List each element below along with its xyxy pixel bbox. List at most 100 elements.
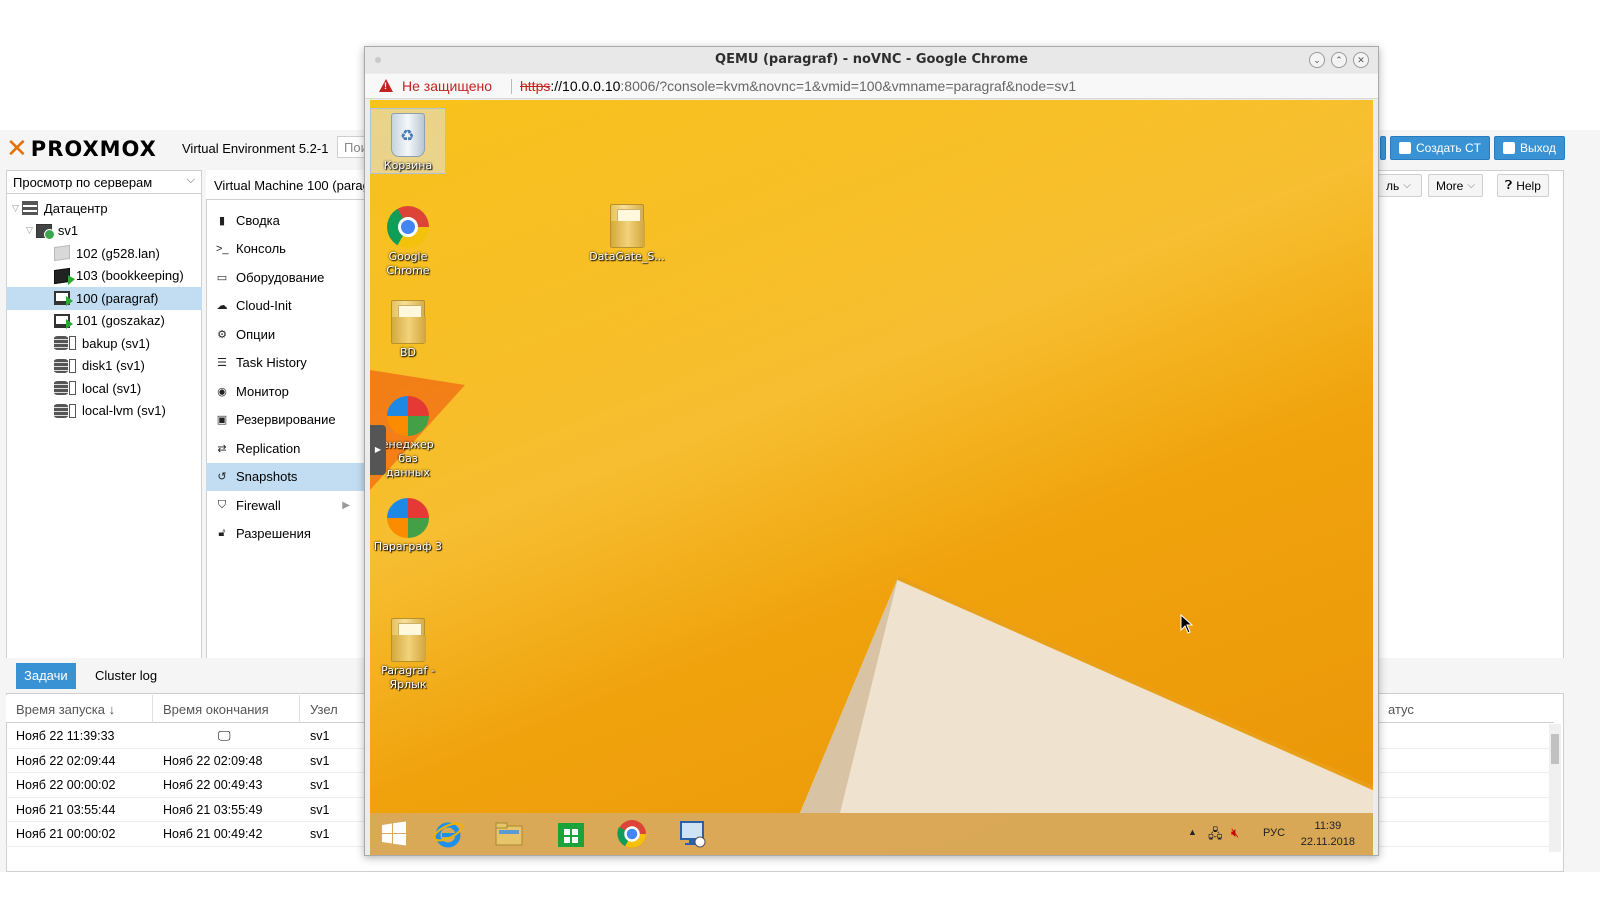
tree-item-vm-101[interactable]: 101 (goszakaz) bbox=[6, 310, 202, 333]
tree-item-storage-local-lvm[interactable]: local-lvm (sv1) bbox=[6, 400, 202, 423]
terminal-icon: >_ bbox=[216, 242, 229, 255]
more-button[interactable]: More ⌵ bbox=[1428, 174, 1483, 197]
list-icon: ☰ bbox=[217, 357, 227, 370]
node-icon bbox=[35, 223, 55, 240]
wallpaper-shapes bbox=[370, 370, 1373, 813]
recycle-bin-icon bbox=[391, 113, 425, 157]
start-icon[interactable] bbox=[378, 818, 410, 850]
tab-tasks[interactable]: Задачи bbox=[16, 663, 76, 689]
help-icon: ❓︎ bbox=[1505, 178, 1513, 192]
url-text: https://10.0.0.10:8006/?console=kvm&novn… bbox=[520, 78, 1077, 94]
paragraf-app-icon bbox=[387, 396, 429, 436]
menu-item-summary[interactable]: ▮ Сводка bbox=[206, 206, 364, 235]
tree-item-ct-103[interactable]: 103 (bookkeeping) bbox=[6, 265, 202, 288]
network-icon[interactable]: 🖧 bbox=[1208, 825, 1223, 847]
language-indicator[interactable]: РУС bbox=[1263, 827, 1285, 839]
cube-icon bbox=[1399, 142, 1411, 154]
desktop-icon-paragraf-shortcut[interactable]: Paragraf - Ярлык bbox=[370, 618, 446, 692]
logout-button[interactable]: Выход bbox=[1494, 136, 1565, 160]
retweet-icon: ⇄ bbox=[217, 442, 227, 455]
datacenter-icon bbox=[21, 201, 38, 216]
help-button[interactable]: ❓︎ Help bbox=[1497, 174, 1549, 197]
window-title: QEMU (paragraf) - noVNC - Google Chrome bbox=[365, 47, 1378, 73]
tree-item-storage-bakup[interactable]: bakup (sv1) bbox=[6, 332, 202, 355]
maximize-icon[interactable]: ⌃ bbox=[1331, 52, 1347, 68]
tree-item-datacenter[interactable]: ▽ Датацентр bbox=[6, 197, 202, 220]
window-menu-dot[interactable] bbox=[375, 57, 381, 63]
vm-running-icon bbox=[54, 291, 73, 307]
menu-item-cloud-init[interactable]: ☁ Cloud-Init bbox=[206, 292, 364, 321]
tree-item-node[interactable]: ▽ sv1 bbox=[6, 220, 202, 243]
taskbar-clock[interactable]: 11:39 22.11.2018 bbox=[1301, 818, 1355, 850]
chrome-icon bbox=[387, 206, 429, 248]
close-icon[interactable]: ✕ bbox=[1353, 52, 1369, 68]
tree-item-storage-disk1[interactable]: disk1 (sv1) bbox=[6, 355, 202, 378]
tab-cluster-log[interactable]: Cluster log bbox=[87, 663, 165, 689]
proxmox-logo: ✕ PROXMOX bbox=[6, 134, 157, 164]
menu-item-monitor[interactable]: ◉ Монитор bbox=[206, 377, 364, 406]
eye-icon: ◉ bbox=[217, 385, 227, 398]
storage-icon bbox=[54, 358, 76, 373]
column-node[interactable]: Узел bbox=[300, 695, 370, 723]
resource-tree: ▽ Датацентр ▽ sv1 102 (g528.lan) 103 (bo… bbox=[6, 197, 202, 422]
folder-icon bbox=[391, 300, 426, 344]
not-secure-label: Не защищено bbox=[402, 78, 492, 94]
partial-menu-button[interactable]: ль ⌵ bbox=[1378, 174, 1422, 197]
chevron-down-icon: ⌵ bbox=[1403, 180, 1411, 191]
store-icon[interactable] bbox=[555, 818, 587, 850]
create-vm-button-edge[interactable] bbox=[1380, 136, 1386, 160]
desktop-icon-paragraf3[interactable]: Параграф 3 bbox=[370, 498, 446, 554]
menu-item-replication[interactable]: ⇄ Replication bbox=[206, 434, 364, 463]
column-status[interactable]: атус bbox=[1378, 695, 1554, 723]
menu-item-firewall[interactable]: ⛉ Firewall ▶ bbox=[206, 491, 364, 520]
menu-item-hardware[interactable]: ▭ Оборудование bbox=[206, 263, 364, 292]
paragraf-app-icon bbox=[387, 498, 429, 538]
monitor-icon: 🖵 bbox=[218, 728, 231, 743]
folder-icon bbox=[391, 618, 426, 662]
volume-muted-icon[interactable]: 🔇︎ bbox=[1231, 825, 1239, 841]
column-end-time[interactable]: Время окончания bbox=[153, 695, 300, 723]
menu-item-backup[interactable]: ▣ Резервирование bbox=[206, 406, 364, 435]
gear-icon: ⚙ bbox=[217, 328, 227, 341]
storage-icon bbox=[54, 381, 76, 396]
tree-item-ct-102[interactable]: 102 (g528.lan) bbox=[6, 242, 202, 265]
menu-item-permissions[interactable]: 🔓︎ Разрешения bbox=[206, 520, 364, 549]
menu-item-snapshots[interactable]: ↺ Snapshots bbox=[206, 462, 364, 491]
minimize-icon[interactable]: ⌄ bbox=[1309, 52, 1325, 68]
floppy-icon: ▣ bbox=[216, 414, 228, 427]
tray-expand-icon[interactable]: ▲ bbox=[1188, 827, 1197, 837]
desktop-icon-datagate[interactable]: DataGate_S... bbox=[587, 204, 667, 264]
internet-explorer-icon[interactable] bbox=[432, 818, 464, 850]
view-selector[interactable]: Просмотр по серверам ⌵ bbox=[6, 170, 202, 194]
menu-item-task-history[interactable]: ☰ Task History bbox=[206, 349, 364, 378]
mouse-cursor bbox=[1180, 614, 1194, 634]
content-panel bbox=[1378, 170, 1564, 663]
scrollbar-thumb[interactable] bbox=[1551, 734, 1559, 764]
vm-title: Virtual Machine 100 (parag bbox=[206, 170, 366, 200]
menu-item-options[interactable]: ⚙ Опции bbox=[206, 320, 364, 349]
tree-item-storage-local[interactable]: local (sv1) bbox=[6, 377, 202, 400]
cloud-icon: ☁ bbox=[216, 300, 228, 313]
storage-icon bbox=[54, 336, 76, 351]
history-icon: ↺ bbox=[217, 471, 227, 484]
book-icon: ▮ bbox=[218, 214, 226, 227]
tasks-scrollbar[interactable] bbox=[1549, 724, 1561, 852]
remote-desktop-icon[interactable] bbox=[676, 818, 708, 850]
desktop-icon-bd[interactable]: BD bbox=[370, 300, 446, 360]
tree-item-vm-100[interactable]: 100 (paragraf) bbox=[6, 287, 202, 310]
novnc-sidebar-handle[interactable]: ▶ bbox=[370, 425, 386, 475]
version-label: Virtual Environment 5.2-1 bbox=[182, 141, 329, 156]
chevron-down-icon: ⌵ bbox=[186, 174, 195, 186]
chrome-taskbar-icon[interactable] bbox=[616, 818, 648, 850]
create-ct-button[interactable]: Создать CT bbox=[1390, 136, 1490, 160]
column-start-time[interactable]: Время запуска ↓ bbox=[6, 695, 153, 723]
menu-item-console[interactable]: >_ Консоль bbox=[206, 235, 364, 264]
address-bar[interactable]: Не защищено https://10.0.0.10:8006/?cons… bbox=[365, 74, 1378, 99]
vm-menu: ▮ Сводка >_ Консоль ▭ Оборудование ☁ Cloud-I… bbox=[206, 206, 364, 548]
desktop-icon-chrome[interactable]: Google Chrome bbox=[370, 206, 446, 278]
desktop-icon-recycle-bin[interactable]: Корзина bbox=[370, 108, 446, 174]
shield-icon: ⛉ bbox=[217, 498, 227, 511]
vm-desktop[interactable]: Корзина Google Chrome DataGate_S... BD М… bbox=[370, 100, 1373, 855]
proxmox-x-icon: ✕ bbox=[6, 134, 29, 164]
file-explorer-icon[interactable] bbox=[493, 818, 525, 850]
